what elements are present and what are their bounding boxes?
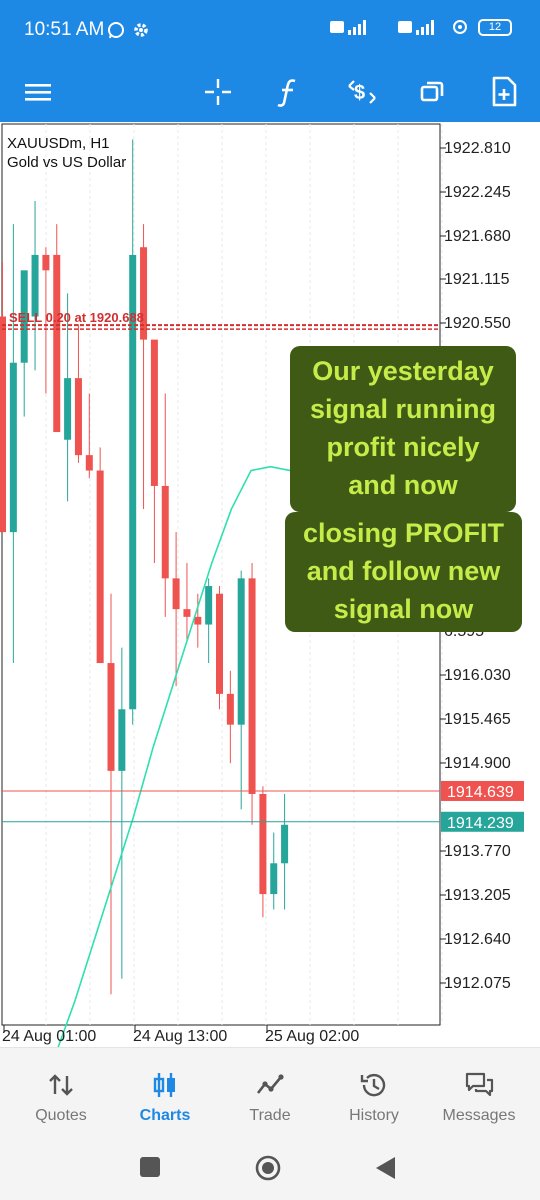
candle-body bbox=[172, 578, 180, 610]
candle-body bbox=[237, 578, 245, 725]
nav-label: Charts bbox=[139, 1107, 191, 1124]
charts-icon bbox=[153, 1073, 175, 1097]
new-order-icon bbox=[492, 76, 517, 107]
signal-icon-2 bbox=[398, 20, 434, 35]
price-tick-label: 1912.075 bbox=[444, 975, 511, 992]
nav-messages[interactable]: Messages bbox=[427, 1048, 531, 1136]
callout-line: signal now bbox=[333, 594, 474, 624]
battery-indicator: 12 bbox=[478, 18, 512, 36]
callout-line: Our yesterday bbox=[312, 356, 494, 386]
candle-body bbox=[226, 693, 234, 725]
callout-line: and follow new bbox=[306, 556, 501, 586]
trade-button[interactable]: $ bbox=[340, 70, 384, 114]
candle-body bbox=[205, 586, 213, 625]
crosshair-button[interactable] bbox=[196, 70, 240, 114]
price-tick-label: 1916.030 bbox=[444, 667, 511, 684]
trade-nav-icon bbox=[256, 1074, 284, 1094]
crosshair-icon bbox=[205, 79, 231, 105]
settings-icon bbox=[134, 23, 148, 37]
candle-body bbox=[85, 455, 93, 471]
status-time: 10:51 AM bbox=[24, 19, 105, 40]
system-nav bbox=[0, 1135, 540, 1200]
price-tick-label: 1912.640 bbox=[444, 931, 511, 948]
candle-body bbox=[161, 485, 169, 579]
signal-icon bbox=[330, 20, 366, 35]
candle-body bbox=[64, 378, 72, 440]
candle-body bbox=[0, 316, 6, 533]
price-tick-label: 1915.465 bbox=[444, 711, 511, 728]
price-tick-label: 1913.205 bbox=[444, 887, 511, 904]
back-button[interactable] bbox=[376, 1157, 396, 1179]
candle-body bbox=[118, 709, 126, 771]
callout-line: and now bbox=[348, 470, 458, 500]
nav-label: History bbox=[349, 1107, 399, 1124]
time-tick-label: 24 Aug 01:00 bbox=[2, 1028, 97, 1045]
price-tick-label: 1921.680 bbox=[444, 228, 511, 245]
candle-body bbox=[194, 616, 202, 625]
nav-charts[interactable]: Charts bbox=[113, 1048, 217, 1136]
indicators-icon bbox=[277, 79, 296, 107]
callout-line: closing PROFIT bbox=[302, 518, 504, 548]
callout-bottom: closing PROFIT and follow new signal now bbox=[285, 512, 522, 632]
status-bar: 10:51 AM 12 bbox=[0, 0, 540, 62]
history-icon bbox=[360, 1073, 386, 1097]
candle-body bbox=[248, 578, 256, 794]
symbol-info: XAUUSDm, H1 Gold vs US Dollar bbox=[7, 134, 126, 172]
nav-quotes[interactable]: Quotes bbox=[9, 1048, 113, 1136]
svg-text:$: $ bbox=[354, 82, 365, 104]
nav-history[interactable]: History bbox=[322, 1048, 426, 1136]
new-order-button[interactable] bbox=[482, 70, 526, 114]
price-tick-label: 1922.245 bbox=[444, 184, 511, 201]
candle-body bbox=[216, 593, 223, 694]
callout-line: profit nicely bbox=[326, 432, 480, 462]
order-line-label: SELL 0.20 at 1920.688 bbox=[9, 310, 144, 325]
time-tick-label: 25 Aug 02:00 bbox=[265, 1028, 360, 1045]
home-button[interactable] bbox=[255, 1155, 281, 1181]
candle-body bbox=[183, 609, 191, 617]
ask-price-label: 1914.639 bbox=[447, 784, 514, 801]
nav-label: Quotes bbox=[35, 1107, 87, 1124]
candle-body bbox=[281, 824, 289, 864]
objects-button[interactable] bbox=[410, 70, 454, 114]
trade-icon: $ bbox=[348, 80, 376, 104]
price-tick-label: 1920.550 bbox=[444, 315, 511, 332]
callout-top: Our yesterday signal running profit nice… bbox=[290, 346, 516, 512]
hotspot-icon bbox=[453, 20, 467, 34]
candle-body bbox=[53, 254, 61, 433]
candle-body bbox=[42, 254, 50, 271]
bottom-nav: Quotes Charts Trade History Messages bbox=[0, 1047, 540, 1135]
nav-trade[interactable]: Trade bbox=[218, 1048, 322, 1136]
candle-body bbox=[107, 663, 115, 771]
price-tick-label: 1921.115 bbox=[444, 271, 510, 288]
indicators-button[interactable] bbox=[266, 70, 310, 114]
time-tick-label: 24 Aug 13:00 bbox=[133, 1028, 228, 1045]
bid-price-label: 1914.239 bbox=[447, 815, 514, 832]
recent-apps-button[interactable] bbox=[140, 1157, 160, 1177]
symbol-name: XAUUSDm, H1 bbox=[7, 135, 110, 152]
quotes-icon bbox=[49, 1074, 73, 1096]
candle-body bbox=[74, 378, 82, 456]
toolbar: $ bbox=[0, 62, 540, 122]
nav-label: Trade bbox=[249, 1107, 291, 1124]
menu-button[interactable] bbox=[16, 70, 60, 114]
candle-body bbox=[31, 254, 39, 317]
symbol-description: Gold vs US Dollar bbox=[7, 154, 127, 171]
messages-icon bbox=[465, 1072, 494, 1097]
price-tick-label: 1922.810 bbox=[444, 140, 511, 157]
candle-body bbox=[259, 793, 267, 895]
candle-body bbox=[270, 863, 278, 895]
candle-body bbox=[9, 362, 17, 533]
price-tick-label: 1914.900 bbox=[444, 755, 511, 772]
objects-icon bbox=[420, 81, 444, 102]
candle-body bbox=[96, 470, 104, 664]
whatsapp-icon bbox=[108, 22, 124, 39]
nav-label: Messages bbox=[442, 1107, 516, 1124]
price-tick-label: 1913.770 bbox=[444, 843, 511, 860]
candle-body bbox=[150, 339, 158, 486]
menu-icon bbox=[25, 84, 51, 101]
callout-line: signal running bbox=[310, 394, 496, 424]
